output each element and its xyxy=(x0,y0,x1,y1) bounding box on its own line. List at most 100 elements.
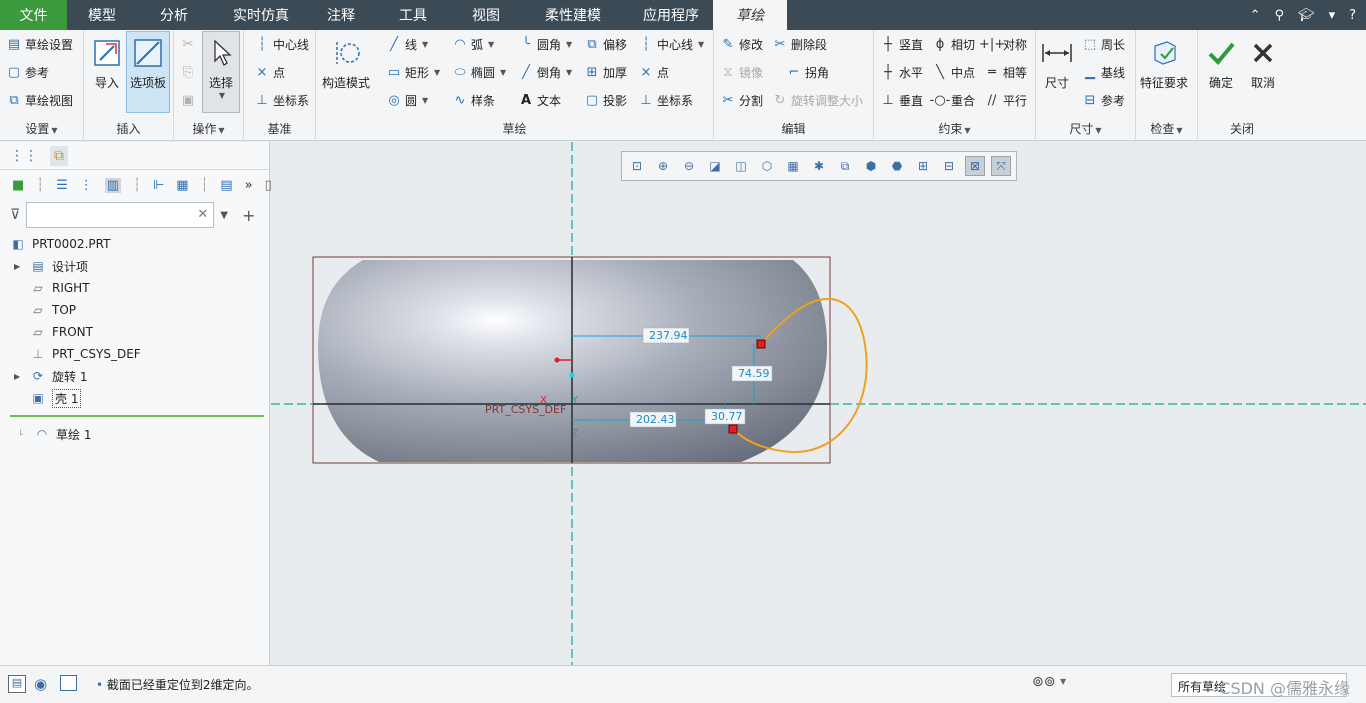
dim-237-label[interactable]: 237.94 xyxy=(649,329,688,342)
reference-button[interactable]: ▢ 参考 xyxy=(6,64,49,81)
filter-icon[interactable]: ⊽ xyxy=(10,207,20,223)
sketch-view-button[interactable]: ⧉ 草绘视图 xyxy=(6,92,73,109)
offset-button[interactable]: ⧉ 偏移 xyxy=(584,36,627,53)
tab-live-simulation[interactable]: 实时仿真 xyxy=(211,0,311,30)
full-screen-icon[interactable] xyxy=(60,675,77,691)
tab-annotate[interactable]: 注释 xyxy=(311,0,371,30)
project-button[interactable]: ▢ 投影 xyxy=(584,92,627,109)
layout-icon[interactable]: ▤ xyxy=(8,675,26,693)
equal-button[interactable]: ═ 相等 xyxy=(984,64,1027,81)
dropdown-icon[interactable]: ▼ xyxy=(220,210,228,221)
tab-flexible-modeling[interactable]: 柔性建模 xyxy=(517,0,629,30)
dimension-button[interactable]: 尺寸 xyxy=(1040,36,1074,91)
group-dimension-label[interactable]: 尺寸 ▼ xyxy=(1036,120,1135,137)
tree-item-front[interactable]: ▱ FRONT xyxy=(30,321,93,343)
tab-file[interactable]: 文件 xyxy=(0,0,67,30)
help-icon[interactable]: ? xyxy=(1349,8,1356,23)
import-button[interactable]: 导入 xyxy=(90,36,124,91)
model-tree-tab-icon[interactable]: ⋮⋮ xyxy=(10,148,38,164)
rectangle-button[interactable]: ▭ 矩形 ▼ xyxy=(386,64,440,81)
tab-sketch[interactable]: 草绘 xyxy=(713,0,787,30)
list-view-icon[interactable]: ☰ xyxy=(56,178,68,193)
group-setup-label[interactable]: 设置 ▼ xyxy=(0,120,83,137)
add-icon[interactable]: + xyxy=(242,206,255,225)
sketch-centerline-button[interactable]: ┆ 中心线 ▼ xyxy=(638,36,704,53)
datum-centerline-button[interactable]: ┆ 中心线 xyxy=(254,36,309,53)
sketch-setup-button[interactable]: ▤ 草绘设置 xyxy=(6,36,73,53)
dim-202-label[interactable]: 202.43 xyxy=(636,413,675,426)
corner-button[interactable]: ⌐ 拐角 xyxy=(786,64,829,81)
rotate-resize-button[interactable]: ↻ 旋转调整大小 xyxy=(772,92,863,109)
tab-view[interactable]: 视图 xyxy=(455,0,517,30)
layer-tree-tab-icon[interactable]: ⧉ xyxy=(50,145,68,166)
mirror-button[interactable]: ⧖ 镜像 xyxy=(720,64,763,81)
ok-button[interactable]: 确定 xyxy=(1204,36,1238,91)
tree-item-right[interactable]: ▱ RIGHT xyxy=(30,277,89,299)
binoculars-dropdown-icon[interactable]: ▼ xyxy=(1060,677,1066,686)
text-button[interactable]: A 文本 xyxy=(518,92,561,109)
tab-model[interactable]: 模型 xyxy=(67,0,137,30)
dim-30-label[interactable]: 30.77 xyxy=(711,410,743,423)
tree-item-design-items[interactable]: ▶ ▤ 设计项 xyxy=(14,255,88,277)
graphics-canvas[interactable]: ⊡ ⊕ ⊖ ◪ ◫ ⬡ ▦ ✱ ⧉ ⬢ ⬣ ⊞ ⊟ ⊠ ⤧ PRT_CSYS_D… xyxy=(271,142,1366,665)
tab-applications[interactable]: 应用程序 xyxy=(629,0,713,30)
tab-analysis[interactable]: 分析 xyxy=(137,0,211,30)
tree-columns-icon[interactable]: ▦ xyxy=(176,178,188,193)
tab-tools[interactable]: 工具 xyxy=(371,0,455,30)
clear-icon[interactable]: ✕ xyxy=(197,207,208,222)
spline-endpoint-top[interactable] xyxy=(756,339,766,349)
cube-icon[interactable]: ■ xyxy=(12,178,24,193)
expand-icon[interactable]: ▶ xyxy=(14,372,24,381)
ellipse-button[interactable]: ⬭ 椭圆 ▼ xyxy=(452,64,506,81)
sketch-csys-button[interactable]: ⊥ 坐标系 xyxy=(638,92,693,109)
parallel-button[interactable]: ∕∕ 平行 xyxy=(984,92,1027,109)
perimeter-button[interactable]: ⬚ 周长 xyxy=(1082,36,1125,53)
tree-item-csys[interactable]: ⊥ PRT_CSYS_DEF xyxy=(30,343,141,365)
dim-74-label[interactable]: 74.59 xyxy=(738,367,770,380)
baseline-button[interactable]: ▁ 基线 xyxy=(1082,64,1125,81)
group-inspect-label[interactable]: 检查 ▼ xyxy=(1136,120,1197,137)
divide-button[interactable]: ✂ 分割 xyxy=(720,92,763,109)
tangent-button[interactable]: ϕ 相切 xyxy=(932,36,975,53)
vertical-button[interactable]: ┼ 竖直 xyxy=(880,36,923,53)
datum-point-button[interactable]: × 点 xyxy=(254,64,285,81)
search-icon[interactable]: ⚲ xyxy=(1275,8,1285,23)
modify-button[interactable]: ✎ 修改 xyxy=(720,36,763,53)
arc-button[interactable]: ◠ 弧 ▼ xyxy=(452,36,494,53)
sketch-point-button[interactable]: × 点 xyxy=(638,64,669,81)
construct-mode-button[interactable]: 构造模式 xyxy=(322,36,370,91)
details-icon[interactable]: ⋮ xyxy=(80,178,93,193)
coincident-button[interactable]: -○- 重合 xyxy=(930,92,975,109)
line-button[interactable]: ╱ 线 ▼ xyxy=(386,36,428,53)
chamfer-button[interactable]: ╱ 倒角 ▼ xyxy=(518,64,572,81)
perpendicular-button[interactable]: ⊥ 垂直 xyxy=(880,92,923,109)
settings-list-icon[interactable]: ▤ xyxy=(220,178,232,193)
horizontal-button[interactable]: ┼ 水平 xyxy=(880,64,923,81)
expand-icon[interactable]: ▶ xyxy=(14,262,24,271)
fillet-button[interactable]: ╰ 圆角 ▼ xyxy=(518,36,572,53)
dim-reference-button[interactable]: ⊟ 参考 xyxy=(1082,92,1125,109)
feature-requirements-button[interactable]: 特征要求 xyxy=(1140,36,1188,91)
tree-item-sketch[interactable]: └ ◠ 草绘 1 xyxy=(18,423,91,445)
spline-button[interactable]: ∿ 样条 xyxy=(452,92,495,109)
chevron-down-icon[interactable]: ▾ xyxy=(1329,8,1336,23)
select-button[interactable]: 选择 ▼ xyxy=(202,31,240,113)
tree-item-shell[interactable]: ▣ 壳 1 xyxy=(30,387,82,409)
tree-item-revolve[interactable]: ▶ ⟳ 旋转 1 xyxy=(14,365,87,387)
cancel-button[interactable]: 取消 xyxy=(1246,36,1280,91)
more-icon[interactable]: » xyxy=(245,178,253,193)
group-constrain-label[interactable]: 约束 ▼ xyxy=(874,120,1035,137)
symmetric-button[interactable]: +|+ 对称 xyxy=(979,36,1027,53)
palette-button[interactable]: 选项板 xyxy=(126,31,170,113)
group-operations-label[interactable]: 操作 ▼ xyxy=(174,120,243,137)
tree-item-top[interactable]: ▱ TOP xyxy=(30,299,76,321)
graduation-cap-icon[interactable]: 🎓︎ xyxy=(1298,8,1315,23)
tree-search-input[interactable]: ✕ xyxy=(26,202,215,228)
delete-segment-button[interactable]: ✂ 删除段 xyxy=(772,36,827,53)
spline-endpoint-bottom[interactable] xyxy=(728,424,738,434)
circle-button[interactable]: ◎ 圆 ▼ xyxy=(386,92,428,109)
columns-icon[interactable]: ▥ xyxy=(104,177,122,193)
datum-csys-button[interactable]: ⊥ 坐标系 xyxy=(254,92,309,109)
thicken-button[interactable]: ⊞ 加厚 xyxy=(584,64,627,81)
browser-icon[interactable]: ◉ xyxy=(34,675,47,693)
